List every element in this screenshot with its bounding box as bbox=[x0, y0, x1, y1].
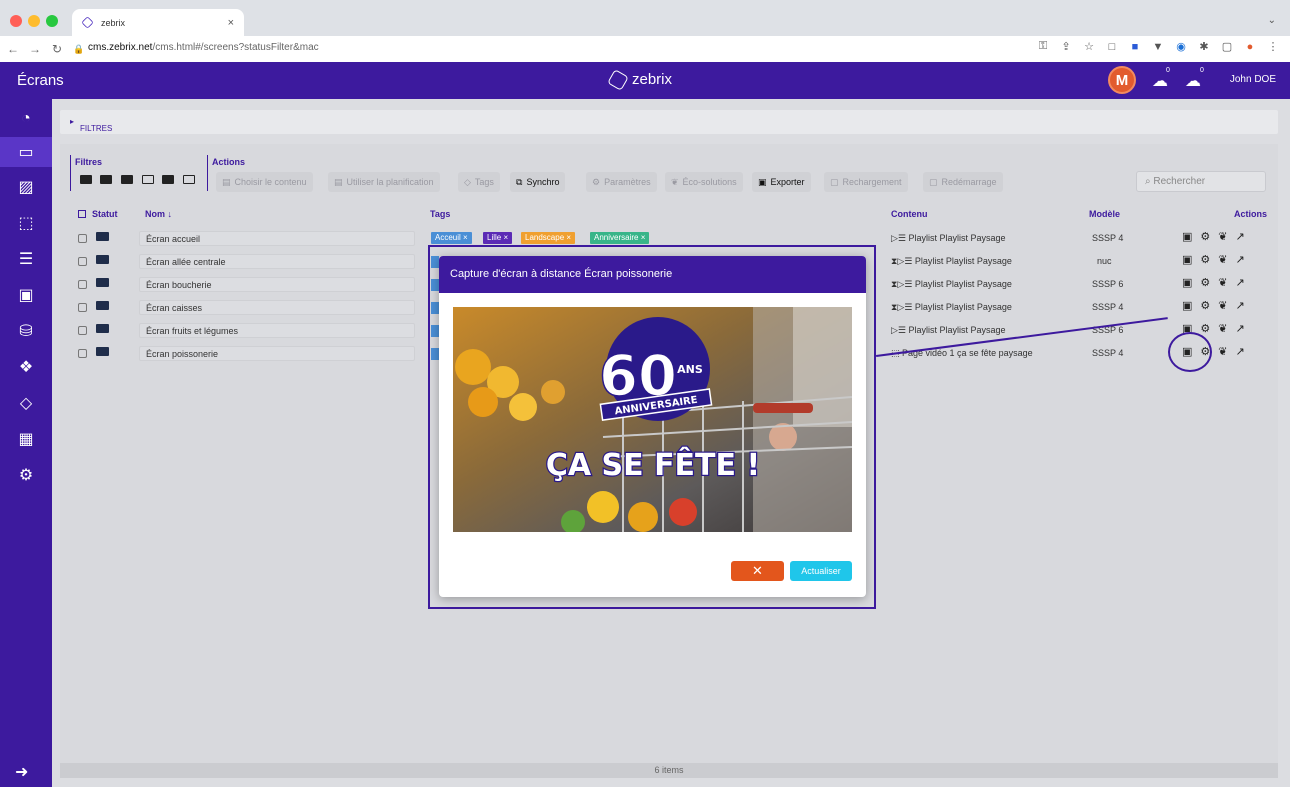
sidebar-item-playlists[interactable]: ☰ bbox=[0, 244, 52, 274]
forward-icon[interactable]: → bbox=[26, 42, 44, 56]
cloud-badge: 0 bbox=[1166, 67, 1170, 74]
folder-icon: ⬚ bbox=[18, 215, 34, 232]
url-field[interactable]: cms.zebrix.net/cms.html#/screens?statusF… bbox=[88, 42, 319, 53]
sidebar-item-settings[interactable]: ⚙ bbox=[0, 460, 52, 490]
group-icon: ❖ bbox=[18, 359, 34, 376]
brand-name: zebrix bbox=[632, 71, 673, 88]
sidebar-item-database[interactable]: ⛁ bbox=[0, 316, 52, 346]
browser-extensions: ⚿ ⇪ ☆ □ ■ ▼ ◉ ✱ ▢ ● ⋮ bbox=[1036, 40, 1280, 53]
tab-close-icon[interactable]: × bbox=[228, 17, 234, 29]
close-window-button[interactable] bbox=[10, 15, 22, 27]
sidebar-item-groups[interactable]: ❖ bbox=[0, 352, 52, 382]
app-header: Écrans zebrix John DOE bbox=[0, 62, 1290, 99]
extension-square-icon[interactable]: □ bbox=[1105, 41, 1119, 53]
cloud-upload-icon[interactable]: ☁ bbox=[1152, 71, 1168, 91]
refresh-button[interactable]: Actualiser bbox=[790, 561, 852, 581]
cloud-download-icon[interactable]: ☁ bbox=[1185, 71, 1201, 91]
zebrix-logo-icon bbox=[607, 68, 629, 91]
gauge-icon: ◔ bbox=[21, 110, 31, 127]
brand-logo[interactable]: zebrix bbox=[607, 68, 673, 91]
url-host: cms.zebrix.net bbox=[88, 42, 153, 53]
extension-v-icon[interactable]: ▼ bbox=[1151, 41, 1165, 53]
avatar[interactable]: M bbox=[1108, 66, 1136, 94]
browser-chrome: zebrix × ⌄ ← → ↻ 🔒 cms.zebrix.net/cms.ht… bbox=[0, 0, 1290, 62]
puzzle-icon[interactable]: ✱ bbox=[1197, 40, 1211, 53]
gear-icon: ⚙ bbox=[18, 467, 34, 484]
tab-bar: zebrix × ⌄ bbox=[0, 0, 1290, 36]
share-icon[interactable]: ⇪ bbox=[1059, 40, 1073, 53]
back-icon[interactable]: ← bbox=[4, 42, 22, 56]
url-path: /cms.html#/screens?statusFilter&mac bbox=[152, 42, 319, 53]
sidebar-item-templates[interactable]: ▦ bbox=[0, 424, 52, 454]
sidebar-item-media[interactable]: ▨ bbox=[0, 172, 52, 202]
menu-icon[interactable]: ⋮ bbox=[1266, 40, 1280, 53]
sidepanel-icon[interactable]: ▢ bbox=[1220, 40, 1234, 53]
sidebar-item-calendar[interactable]: ▣ bbox=[0, 280, 52, 310]
lock-icon: 🔒 bbox=[73, 43, 85, 54]
playlist-icon: ☰ bbox=[18, 251, 34, 268]
profile-icon[interactable]: ● bbox=[1243, 41, 1257, 53]
sidebar-item-dashboard[interactable]: ◔ bbox=[0, 104, 52, 134]
template-icon: ▦ bbox=[18, 431, 34, 448]
celebration-headline: ÇA SE FÊTE ! bbox=[546, 447, 760, 483]
remote-screenshot-modal: Capture d'écran à distance Écran poisson… bbox=[439, 256, 866, 597]
database-icon: ⛁ bbox=[19, 323, 33, 340]
close-button[interactable]: ✕ bbox=[731, 561, 784, 581]
cloud-badge: 0 bbox=[1200, 67, 1204, 74]
monitor-icon: ▭ bbox=[18, 144, 34, 161]
extension-blue-icon[interactable]: ■ bbox=[1128, 41, 1142, 53]
sidebar-item-tags[interactable]: ◇ bbox=[0, 388, 52, 418]
anniversary-ans: ANS bbox=[677, 363, 703, 376]
sidebar: ◔ ▭ ▨ ⬚ ☰ ▣ ⛁ ❖ ◇ ▦ ⚙ bbox=[0, 99, 52, 787]
page-title: Écrans bbox=[17, 72, 64, 89]
screenshot-preview-image: 60 ANS ANNIVERSAIRE ÇA SE FÊTE ! bbox=[453, 307, 852, 532]
screenshot-preview-illustration: 60 ANS ANNIVERSAIRE ÇA SE FÊTE ! bbox=[453, 307, 852, 532]
minimize-window-button[interactable] bbox=[28, 15, 40, 27]
logout-icon[interactable]: ➜ bbox=[15, 762, 28, 782]
calendar-icon: ▣ bbox=[18, 287, 34, 304]
browser-tab[interactable]: zebrix × bbox=[72, 9, 244, 36]
key-icon[interactable]: ⚿ bbox=[1036, 40, 1050, 53]
sidebar-item-folders[interactable]: ⬚ bbox=[0, 208, 52, 238]
user-name[interactable]: John DOE bbox=[1230, 74, 1276, 85]
extension-globe-icon[interactable]: ◉ bbox=[1174, 40, 1188, 53]
tab-title: zebrix bbox=[101, 17, 126, 28]
reload-icon[interactable]: ↻ bbox=[48, 42, 66, 56]
screenshot-action-highlight bbox=[1168, 332, 1212, 372]
star-icon[interactable]: ☆ bbox=[1082, 40, 1096, 53]
modal-title: Capture d'écran à distance Écran poisson… bbox=[439, 256, 866, 293]
tag-icon: ◇ bbox=[19, 395, 33, 412]
sidebar-item-screens[interactable]: ▭ bbox=[0, 137, 52, 167]
image-icon: ▨ bbox=[18, 179, 34, 196]
tab-list-chevron-icon[interactable]: ⌄ bbox=[1268, 15, 1276, 26]
maximize-window-button[interactable] bbox=[46, 15, 58, 27]
zebrix-favicon-icon bbox=[81, 16, 94, 29]
